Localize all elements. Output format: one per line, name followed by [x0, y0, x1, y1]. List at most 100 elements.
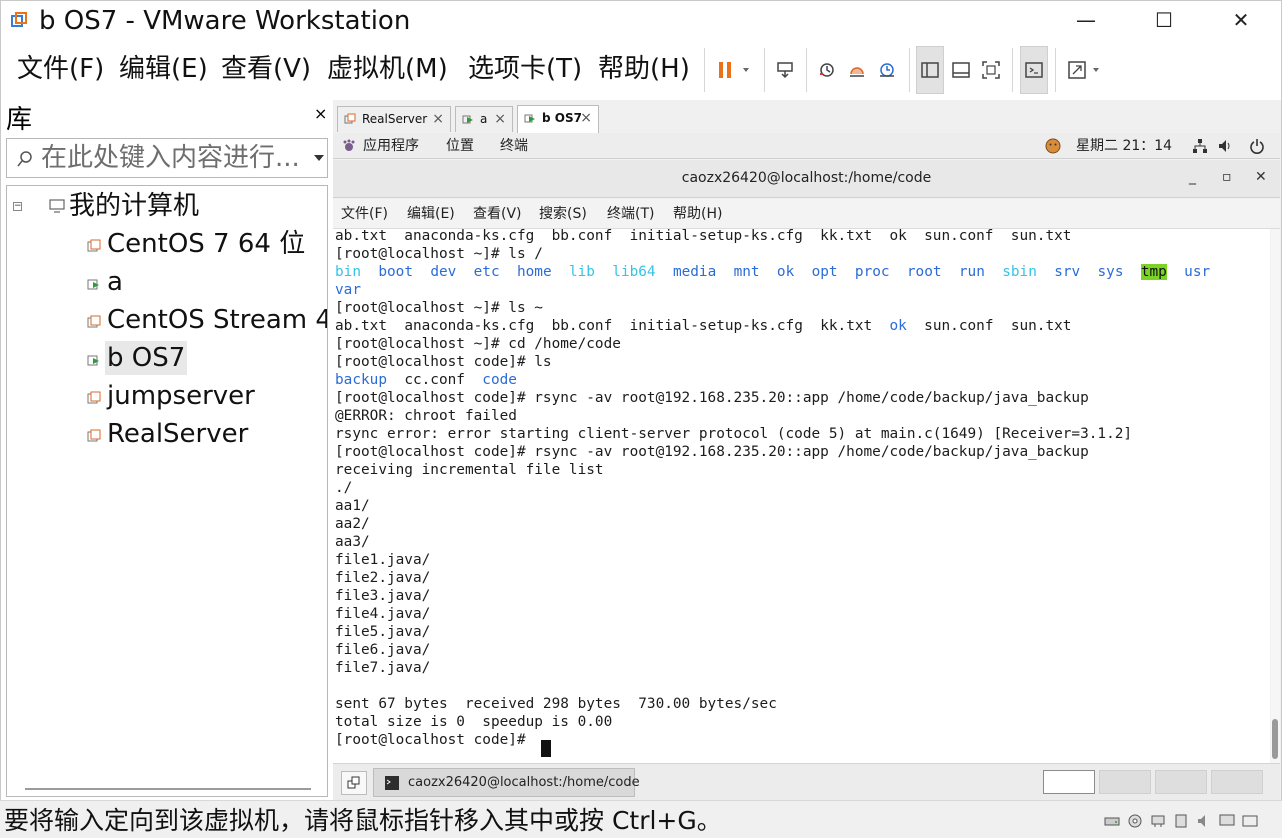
- pause-icon: [719, 62, 749, 78]
- terminal-line: rsync error: error starting client-serve…: [335, 426, 1133, 442]
- tree-vm-a[interactable]: a: [107, 265, 123, 299]
- dropdown-arrow-icon[interactable]: [314, 155, 324, 163]
- network-adapter-icon[interactable]: [1150, 813, 1166, 829]
- terminal-output[interactable]: ab.txt anaconda-ks.cfg bb.conf initial-s…: [333, 228, 1270, 763]
- cd-rom-icon[interactable]: [1127, 813, 1143, 829]
- tree-vm-centos-stream[interactable]: CentOS Stream 4: [107, 303, 327, 337]
- show-library-button[interactable]: [916, 46, 944, 94]
- terminal-app-menu[interactable]: 终端: [500, 136, 528, 156]
- snapshot-revert-icon: [850, 67, 864, 77]
- close-button[interactable]: ✕: [1218, 5, 1264, 35]
- minimize-button[interactable]: —: [1063, 5, 1109, 35]
- maximize-button[interactable]: ☐: [1141, 5, 1187, 35]
- workspace-1[interactable]: [1043, 770, 1095, 794]
- terminal-icon: [385, 776, 399, 790]
- workspace-2[interactable]: [1099, 770, 1151, 794]
- tab-realserver[interactable]: RealServer ×: [337, 106, 451, 132]
- snapshot-take-button[interactable]: [811, 52, 843, 88]
- toolbar-separator: [704, 48, 705, 92]
- toolbar-separator: [764, 48, 765, 92]
- terminal-line: [root@localhost code]# rsync -av root@19…: [335, 390, 1089, 406]
- menu-edit[interactable]: 编辑(E): [119, 52, 208, 86]
- terminal-line: file3.java/: [335, 588, 431, 604]
- power-icon[interactable]: [1249, 138, 1265, 154]
- stretch-icon: [1068, 61, 1099, 79]
- tree-vm-realserver[interactable]: RealServer: [107, 417, 248, 451]
- windows-stack-icon: [347, 776, 360, 789]
- fullscreen-icon: [982, 61, 1000, 79]
- tree-root-my-computer[interactable]: 我的计算机: [69, 189, 199, 223]
- terminal-scrollbar-thumb[interactable]: [1272, 719, 1278, 759]
- toolbar-separator: [806, 48, 807, 92]
- hard-disk-icon[interactable]: [1104, 813, 1120, 829]
- places-menu[interactable]: 位置: [446, 136, 474, 156]
- guest-taskbar: caozx26420@localhost:/home/code: [333, 763, 1280, 800]
- workspace-3[interactable]: [1155, 770, 1207, 794]
- terminal-menu-terminal[interactable]: 终端(T): [607, 204, 654, 224]
- tab-a[interactable]: a ×: [455, 106, 513, 132]
- library-horizontal-scrollbar[interactable]: [25, 788, 311, 790]
- terminal-menubar: 文件(F) 编辑(E) 查看(V) 搜索(S) 终端(T) 帮助(H): [333, 199, 1280, 229]
- send-ctrl-alt-del-button[interactable]: [769, 52, 801, 88]
- tab-close-button[interactable]: ×: [432, 107, 444, 131]
- show-desktop-button[interactable]: [341, 771, 367, 795]
- tab-close-button[interactable]: ×: [580, 106, 592, 130]
- notification-face-icon[interactable]: [1045, 138, 1061, 154]
- clock[interactable]: 星期二 21：14: [1076, 136, 1172, 156]
- network-icon[interactable]: [1192, 138, 1208, 154]
- terminal-scrollbar[interactable]: [1271, 229, 1280, 763]
- guest-screen[interactable]: 应用程序 位置 终端 星期二 21：14 caozx26420@localhos…: [333, 133, 1280, 763]
- pause-button[interactable]: [711, 52, 755, 88]
- display-icon[interactable]: [1219, 813, 1235, 829]
- terminal-line: [root@localhost code]# rsync -av root@19…: [335, 444, 1089, 460]
- terminal-minimize-button[interactable]: _: [1189, 169, 1196, 185]
- menu-view[interactable]: 查看(V): [221, 52, 311, 86]
- tab-b-os7[interactable]: b OS7 ×: [517, 105, 599, 133]
- tree-vm-jumpserver[interactable]: jumpserver: [107, 379, 255, 413]
- snapshot-revert-button[interactable]: [841, 52, 873, 88]
- usb-device-icon[interactable]: [1173, 813, 1189, 829]
- library-search-input[interactable]: 在此处键入内容进行...: [6, 138, 328, 178]
- terminal-line: [root@localhost ~]# cd /home/code: [335, 336, 621, 352]
- toolbar-separator: [1012, 48, 1013, 92]
- volume-icon[interactable]: [1217, 138, 1233, 154]
- console-view-button[interactable]: [1020, 46, 1048, 94]
- collapse-toggle-icon[interactable]: −: [13, 202, 22, 211]
- terminal-close-button[interactable]: ✕: [1255, 169, 1267, 185]
- sound-card-icon[interactable]: [1196, 813, 1212, 829]
- terminal-line: file1.java/: [335, 552, 431, 568]
- terminal-line: ./: [335, 480, 353, 496]
- terminal-menu-edit[interactable]: 编辑(E): [407, 204, 455, 224]
- stretch-guest-button[interactable]: [1063, 52, 1107, 88]
- terminal-menu-file[interactable]: 文件(F): [341, 204, 388, 224]
- terminal-prompt-line: [root@localhost code]#: [335, 732, 535, 748]
- tree-vm-centos7[interactable]: CentOS 7 64 位: [107, 227, 305, 261]
- library-close-button[interactable]: ×: [314, 104, 327, 123]
- terminal-menu-help[interactable]: 帮助(H): [673, 204, 722, 224]
- thumbnail-bar-button[interactable]: [945, 52, 977, 88]
- terminal-menu-search[interactable]: 搜索(S): [539, 204, 587, 224]
- terminal-line: @ERROR: chroot failed: [335, 408, 517, 424]
- tab-close-button[interactable]: ×: [494, 107, 506, 131]
- menu-vm[interactable]: 虚拟机(M): [327, 52, 448, 86]
- applications-menu[interactable]: 应用程序: [363, 136, 419, 156]
- terminal-line: total size is 0 speedup is 0.00: [335, 714, 613, 730]
- terminal-maximize-button[interactable]: ▫: [1222, 169, 1232, 185]
- vm-running-icon: [524, 114, 535, 123]
- menu-file[interactable]: 文件(F): [17, 52, 104, 86]
- messages-icon[interactable]: [1242, 813, 1258, 829]
- snapshot-manager-button[interactable]: [871, 52, 903, 88]
- menu-help[interactable]: 帮助(H): [598, 52, 690, 86]
- terminal-line: ab.txt anaconda-ks.cfg bb.conf initial-s…: [335, 228, 1072, 244]
- terminal-titlebar: caozx26420@localhost:/home/code _ ▫ ✕: [333, 160, 1280, 198]
- fullscreen-button[interactable]: [975, 52, 1007, 88]
- terminal-cursor: [541, 740, 551, 757]
- taskbar-terminal-item[interactable]: caozx26420@localhost:/home/code: [373, 768, 640, 797]
- tree-vm-b-os7-selected[interactable]: b OS7: [105, 341, 188, 375]
- terminal-menu-view[interactable]: 查看(V): [473, 204, 522, 224]
- library-tree: − 我的计算机 CentOS 7 64 位 a CentOS Stream 4 …: [6, 185, 328, 797]
- vmware-logo-icon: [11, 12, 27, 27]
- menu-tabs[interactable]: 选项卡(T): [468, 52, 582, 86]
- workspace-4[interactable]: [1211, 770, 1263, 794]
- menu-toolbar: 文件(F) 编辑(E) 查看(V) 虚拟机(M) 选项卡(T) 帮助(H): [0, 40, 1282, 100]
